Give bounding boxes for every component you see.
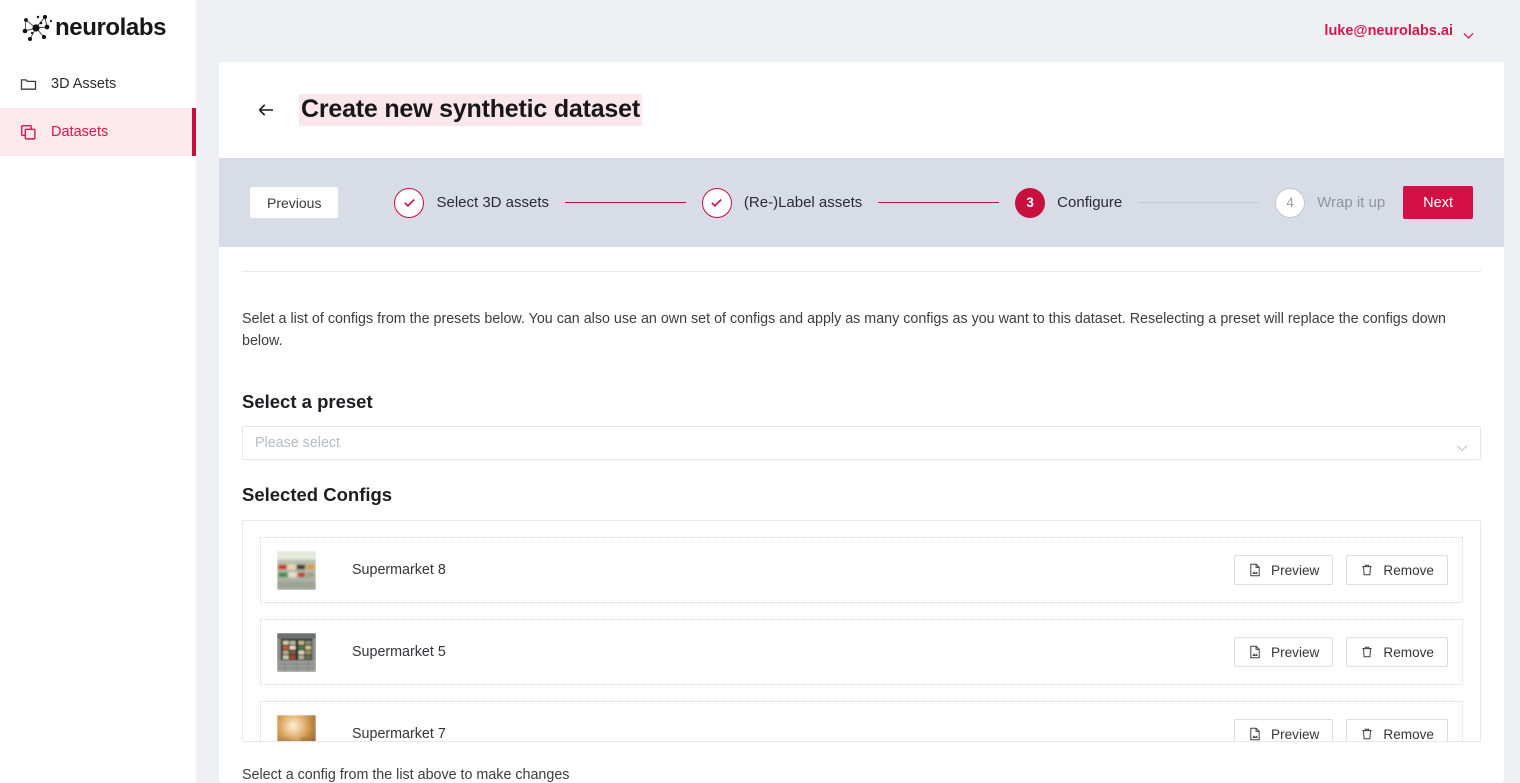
trash-icon <box>1360 727 1374 741</box>
step-connector <box>1138 201 1260 204</box>
preview-label: Preview <box>1271 644 1320 660</box>
sidebar: neurolabs 3D Assets Datasets <box>0 0 196 783</box>
next-button[interactable]: Next <box>1403 186 1473 219</box>
selected-configs-heading: Selected Configs <box>242 484 393 505</box>
page-title: Create new synthetic dataset <box>299 94 642 126</box>
user-menu[interactable]: luke@neurolabs.ai <box>1324 23 1474 39</box>
remove-label: Remove <box>1383 562 1434 578</box>
user-email: luke@neurolabs.ai <box>1324 23 1453 39</box>
file-image-icon <box>1248 563 1262 577</box>
step-label: Configure <box>1057 194 1123 211</box>
step-label: Wrap it up <box>1317 194 1386 211</box>
check-icon <box>701 187 732 218</box>
config-row[interactable]: Supermarket 8 Preview Remove <box>260 537 1463 603</box>
preset-select-placeholder: Please select <box>255 435 341 451</box>
trash-icon <box>1360 563 1374 577</box>
sidebar-item-datasets[interactable]: Datasets <box>0 108 196 156</box>
config-name: Supermarket 5 <box>352 644 446 660</box>
sidebar-item-label: Datasets <box>51 124 109 140</box>
intro-text: Selet a list of configs from the presets… <box>242 311 1447 349</box>
chevron-down-icon <box>1463 28 1474 39</box>
preview-button[interactable]: Preview <box>1234 637 1334 667</box>
step-relabel-assets[interactable]: (Re-)Label assets <box>701 187 863 218</box>
remove-label: Remove <box>1383 644 1434 660</box>
config-name: Supermarket 8 <box>352 562 446 578</box>
folder-icon <box>20 76 37 93</box>
section-divider <box>242 271 1481 272</box>
remove-button[interactable]: Remove <box>1346 555 1448 585</box>
config-thumbnail <box>277 550 316 590</box>
step-number: 4 <box>1275 187 1306 218</box>
chevron-down-icon <box>1456 439 1468 452</box>
remove-button[interactable]: Remove <box>1346 637 1448 667</box>
step-configure[interactable]: 3 Configure <box>1015 187 1123 218</box>
step-label: Select 3D assets <box>436 194 550 211</box>
step-wrap-it-up[interactable]: 4 Wrap it up <box>1275 187 1386 218</box>
selected-configs-list[interactable]: Supermarket 8 Preview Remove Supermarket… <box>242 520 1481 742</box>
file-image-icon <box>1248 645 1262 659</box>
preview-label: Preview <box>1271 562 1320 578</box>
config-thumbnail <box>277 632 316 672</box>
layers-copy-icon <box>20 124 37 141</box>
config-thumbnail <box>277 714 316 741</box>
step-number: 3 <box>1015 187 1046 218</box>
preview-label: Preview <box>1271 726 1320 742</box>
wizard-card: Create new synthetic dataset Previous Se… <box>219 62 1504 783</box>
remove-label: Remove <box>1383 726 1434 742</box>
neurolabs-constellation-logo-icon <box>20 11 54 45</box>
brand-logo[interactable]: neurolabs <box>0 0 196 56</box>
step-connector <box>878 201 1000 204</box>
step-label: (Re-)Label assets <box>743 194 863 211</box>
previous-button[interactable]: Previous <box>250 187 339 218</box>
preview-button[interactable]: Preview <box>1234 719 1334 742</box>
sidebar-nav: 3D Assets Datasets <box>0 60 196 156</box>
check-icon <box>394 187 425 218</box>
preset-heading: Select a preset <box>242 391 373 412</box>
step-connector <box>565 201 686 204</box>
sidebar-item-3d-assets[interactable]: 3D Assets <box>0 60 196 108</box>
file-image-icon <box>1248 727 1262 741</box>
arrow-left-icon[interactable] <box>256 100 276 120</box>
trash-icon <box>1360 645 1374 659</box>
config-row-actions: Preview Remove <box>1234 719 1448 742</box>
remove-button[interactable]: Remove <box>1346 719 1448 742</box>
config-hint-text: Select a config from the list above to m… <box>242 767 570 783</box>
config-row-actions: Preview Remove <box>1234 555 1448 585</box>
sidebar-item-label: 3D Assets <box>51 76 117 92</box>
step-select-3d-assets[interactable]: Select 3D assets <box>394 187 550 218</box>
card-header: Create new synthetic dataset <box>219 62 1504 158</box>
config-row[interactable]: Supermarket 5 Preview Remove <box>260 619 1463 685</box>
brand-name: neurolabs <box>55 14 167 41</box>
step-list: Select 3D assets (Re-)Label assets 3 Con… <box>394 187 1386 218</box>
preview-button[interactable]: Preview <box>1234 555 1334 585</box>
card-body: Selet a list of configs from the presets… <box>219 271 1504 783</box>
config-row[interactable]: Supermarket 7 Preview Remove <box>260 701 1463 742</box>
app-root: neurolabs 3D Assets Datasets luke@neurol… <box>0 0 1520 783</box>
preset-select[interactable]: Please select <box>242 426 1481 460</box>
config-name: Supermarket 7 <box>352 726 446 742</box>
content-region: luke@neurolabs.ai Create new synthetic d… <box>196 0 1520 783</box>
wizard-stepper: Previous Select 3D assets (Re-)Label ass… <box>219 158 1504 247</box>
config-row-actions: Preview Remove <box>1234 637 1448 667</box>
topbar: luke@neurolabs.ai <box>196 0 1520 62</box>
